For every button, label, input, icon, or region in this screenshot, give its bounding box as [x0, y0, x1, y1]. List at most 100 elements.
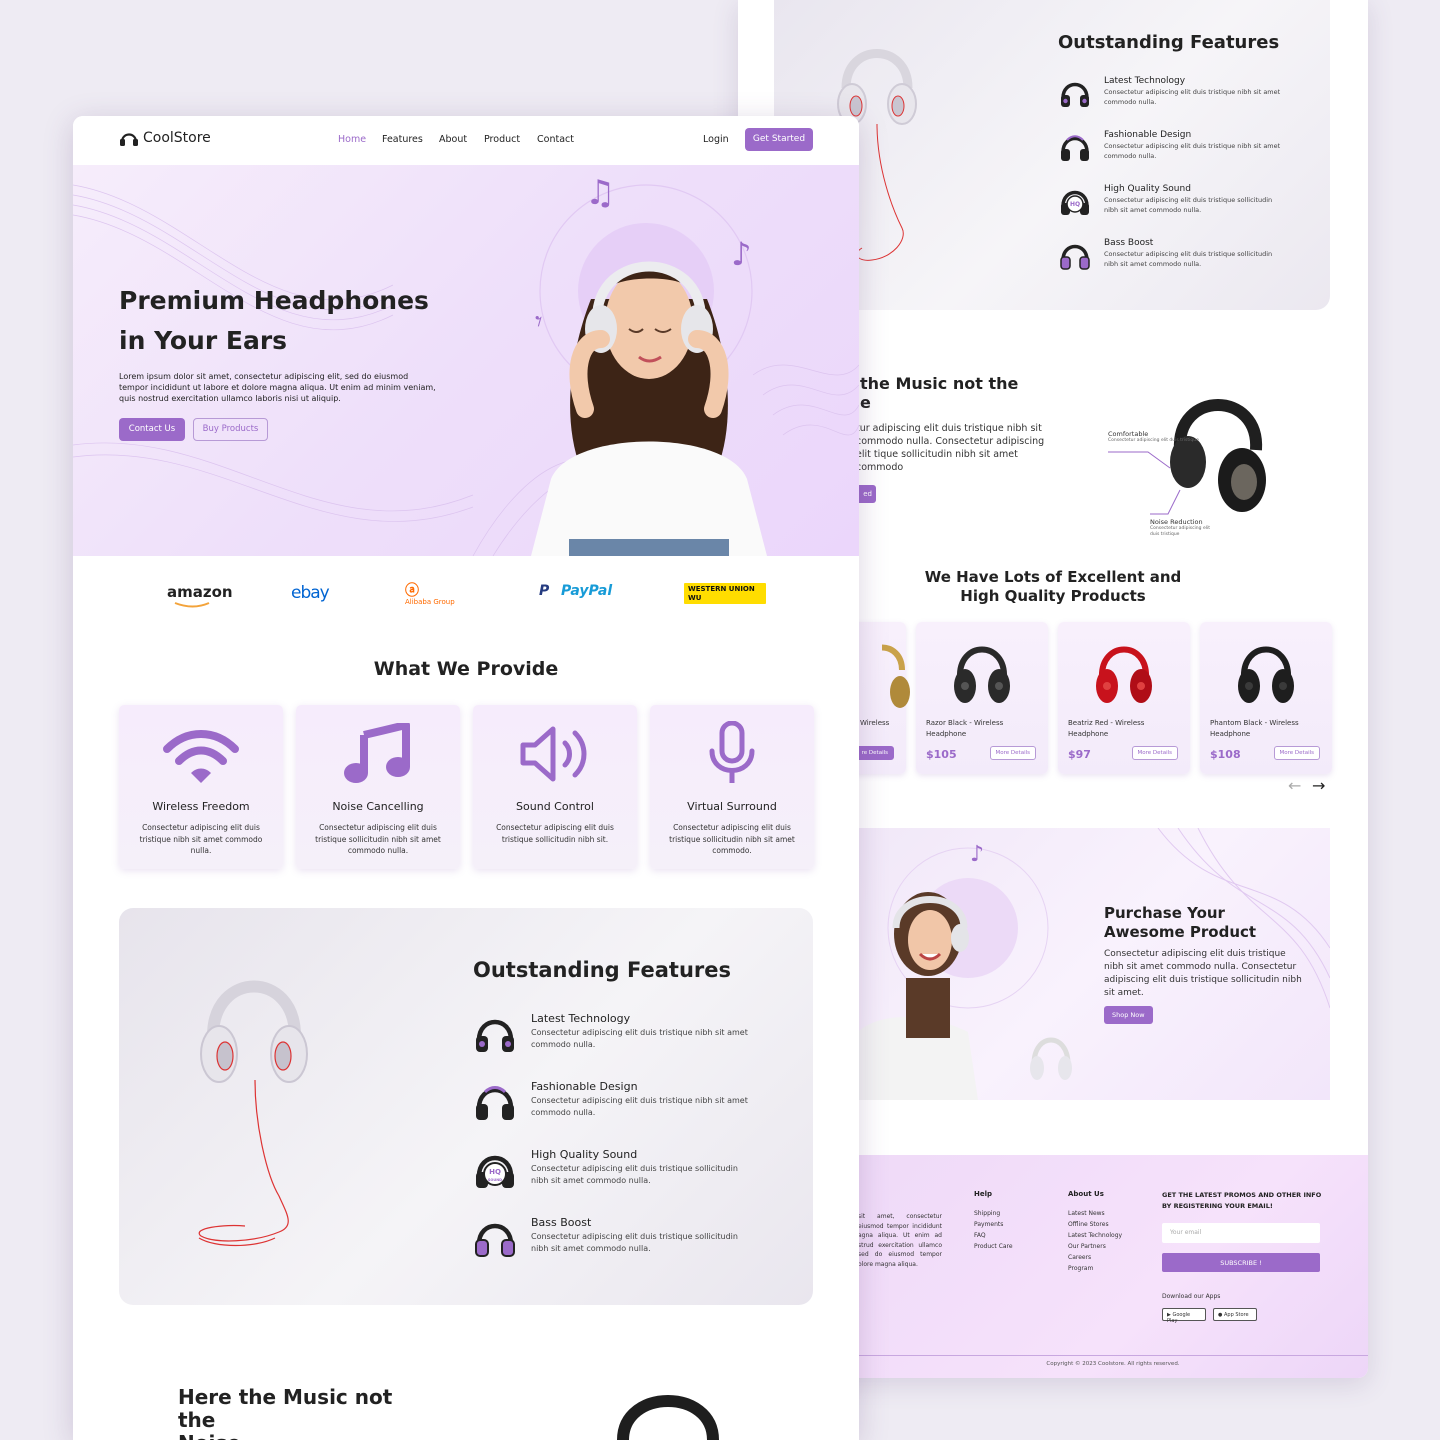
hq-sound-icon: HQ [1061, 190, 1089, 215]
alibaba-logo: Alibaba Group [405, 598, 455, 606]
woman-with-headphones-image [531, 261, 767, 556]
back-music-title-line2: e [860, 393, 871, 412]
label-comfortable: Comfortable Consectetur adipiscing elit … [1108, 430, 1199, 444]
headphone-tech-icon [476, 1019, 514, 1052]
purchase-section: ♪ Purchase Your Awesome Product Consecte… [858, 828, 1330, 1100]
label-noise-reduction: Noise Reduction Consectetur adipiscing e… [1150, 518, 1214, 537]
provide-card-title: Virtual Surround [687, 800, 777, 813]
nav-contact[interactable]: Contact [537, 134, 574, 145]
wifi-icon [163, 730, 239, 783]
provide-title: What We Provide [373, 658, 559, 680]
feature-text: Consectetur adipiscing elit duis tristiq… [1104, 142, 1281, 160]
back-features-title: Outstanding Features [1058, 32, 1280, 53]
more-details-button[interactable]: More Details [989, 746, 1036, 760]
gold-headphone-image [882, 644, 910, 708]
carousel-prev-arrow-icon[interactable]: ← [1288, 776, 1301, 795]
more-details-button[interactable]: More Details [1273, 746, 1320, 760]
contact-us-button[interactable]: Contact Us [119, 418, 185, 441]
more-details-button[interactable]: re Details [855, 746, 894, 760]
razor-black-headphone-image [954, 646, 1010, 703]
footer-about-column: About Us Latest News Offline Stores Late… [1068, 1190, 1122, 1274]
purchase-title-line2: Awesome Product [1104, 923, 1257, 941]
annotation-lines [1108, 451, 1181, 515]
app-store-label: App Store [1223, 1312, 1249, 1318]
feature-text: Consectetur adipiscing elit duis tristiq… [1104, 250, 1273, 268]
microphone-icon [709, 721, 755, 783]
paypal-logo: PayPal [561, 583, 613, 599]
feature-title: High Quality Sound [1104, 184, 1191, 194]
subscribe-button[interactable]: SUBSCRIBE ! [1162, 1253, 1320, 1272]
ebay-logo: ebay [291, 583, 330, 603]
feature-text: Consectetur adipiscing elit duis tristiq… [531, 1096, 748, 1117]
white-headphone-image [198, 980, 308, 1247]
footer-help-title: Help [974, 1190, 993, 1198]
features-title: Outstanding Features [473, 958, 732, 982]
nav-about[interactable]: About [439, 134, 467, 145]
beatriz-red-headphone-image [1096, 646, 1152, 703]
google-play-label: Google Play [1167, 1312, 1191, 1324]
product-price: $105 [926, 748, 957, 761]
footer-link[interactable]: Our Partners [1068, 1241, 1122, 1252]
more-details-button[interactable]: More Details [1131, 746, 1178, 760]
nav-features[interactable]: Features [382, 134, 423, 145]
provide-card-title: Sound Control [516, 800, 594, 813]
carousel-next-arrow-icon[interactable]: → [1312, 776, 1325, 795]
provide-card-text: Consectetur adipiscing elit duis tristiq… [669, 823, 795, 855]
products-title-line1: We Have Lots of Excellent and [924, 568, 1182, 586]
hq-sound-icon: HQ SOUND [476, 1155, 514, 1188]
partners-logos: amazon ebay ⓐ Alibaba Group P PayPal WES… [73, 556, 859, 636]
feature-title: Bass Boost [531, 1216, 592, 1229]
nav-home[interactable]: Home [338, 134, 366, 145]
google-play-badge[interactable]: ▶ Google Play [1162, 1308, 1206, 1324]
music-note-decoration-icon: ♪ [970, 842, 985, 867]
phantom-black-headphone-image [1238, 646, 1294, 703]
product-card[interactable]: Beatriz Red - Wireless Headphone $97 Mor… [1058, 622, 1190, 774]
paypal-icon: P [539, 583, 550, 599]
alibaba-icon: ⓐ [405, 583, 419, 599]
features-section: Outstanding Features Latest Technology C… [119, 908, 813, 1305]
footer-link[interactable]: FAQ [974, 1230, 1013, 1241]
label-comfortable-text: Consectetur adipiscing elit duis tristiq… [1108, 438, 1199, 443]
footer-link[interactable]: Offline Stores [1068, 1219, 1122, 1230]
footer-link[interactable]: Latest Technology [1068, 1230, 1122, 1241]
footer-link[interactable]: Shipping [974, 1208, 1013, 1219]
get-started-button[interactable]: Get Started [745, 128, 813, 151]
footer-link[interactable]: Product Care [974, 1241, 1013, 1252]
hero-text: Lorem ipsum dolor sit amet, consectetur … [119, 372, 436, 403]
feature-text: Consectetur adipiscing elit duis tristiq… [531, 1232, 738, 1253]
back-music-text: tur adipiscing elit duis tristique nibh … [856, 423, 1045, 473]
music-title-line1: Here the Music not the [178, 1385, 393, 1432]
product-card[interactable]: Phantom Black - Wireless Headphone $108 … [1200, 622, 1332, 774]
apple-icon: ● [1218, 1312, 1223, 1318]
logo[interactable]: CoolStore [119, 130, 211, 146]
hero-title-line1: Premium Headphones [119, 286, 429, 315]
speaker-icon [520, 726, 587, 782]
label-comfortable-title: Comfortable [1108, 430, 1149, 438]
product-card[interactable]: Razor Black - Wireless Headphone $105 Mo… [916, 622, 1048, 774]
feature-text: Consectetur adipiscing elit duis tristiq… [531, 1028, 748, 1049]
headphone-tech-icon [1061, 82, 1089, 107]
nav-product[interactable]: Product [484, 134, 520, 145]
bass-boost-icon [475, 1223, 515, 1257]
shop-now-button[interactable]: Shop Now [1104, 1006, 1153, 1024]
footer-link[interactable]: Payments [974, 1219, 1013, 1230]
back-music-title-line1: the Music not the [860, 374, 1019, 393]
app-store-badge[interactable]: ● App Store [1213, 1308, 1257, 1321]
feature-text: Consectetur adipiscing elit duis tristiq… [1104, 88, 1281, 106]
provide-card-text: Consectetur adipiscing elit duis tristiq… [496, 823, 614, 844]
footer-link[interactable]: Latest News [1068, 1208, 1122, 1219]
amazon-smile-icon [174, 602, 210, 608]
provide-card: Wireless Freedom Consectetur adipiscing … [119, 705, 283, 869]
product-price: $97 [1068, 748, 1091, 761]
footer-help-column: Help Shipping Payments FAQ Product Care [974, 1190, 1013, 1252]
navbar: CoolStore Home Features About Product Co… [73, 116, 859, 165]
footer-link[interactable]: Careers [1068, 1252, 1122, 1263]
login-link[interactable]: Login [703, 134, 729, 145]
feature-title: Latest Technology [1104, 76, 1186, 86]
hero-section: ♫ ♪ 𝄾 Premium Headphones in Your Ears Lo… [73, 165, 859, 556]
smiling-woman-image [858, 892, 978, 1100]
purchase-title: Purchase Your Awesome Product [1104, 904, 1256, 942]
buy-products-button[interactable]: Buy Products [193, 418, 268, 441]
email-input[interactable]: Your email [1162, 1223, 1320, 1243]
footer-link[interactable]: Program [1068, 1263, 1122, 1274]
